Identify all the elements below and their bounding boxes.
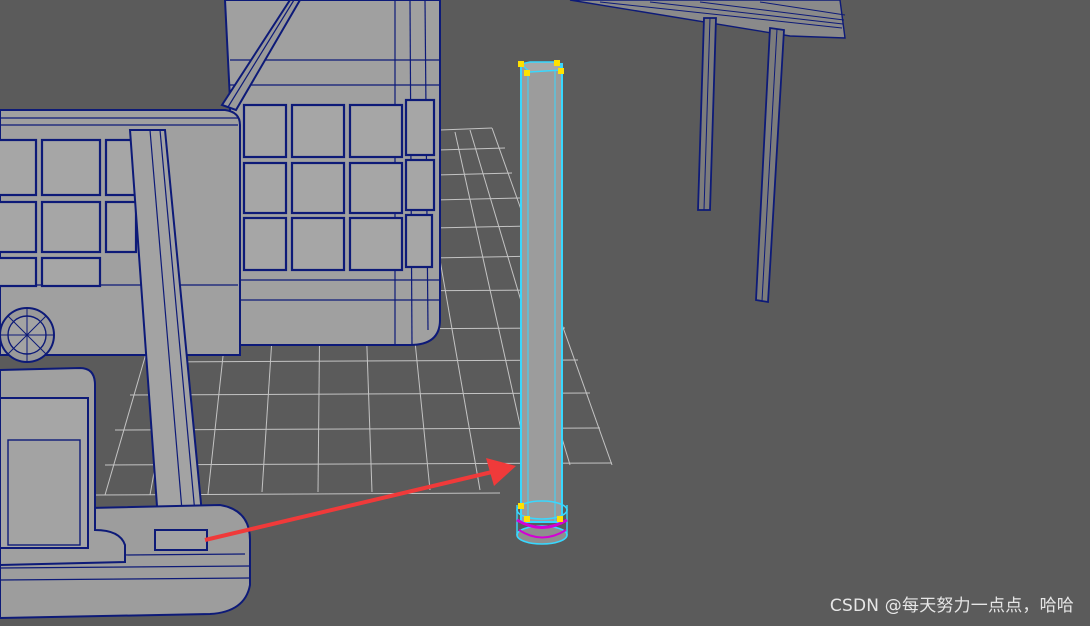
watermark-text: CSDN @每天努力一点点，哈哈 xyxy=(829,596,1074,616)
annotation-arrow xyxy=(204,458,516,542)
building-mesh xyxy=(0,0,441,620)
canopy-mesh xyxy=(569,0,846,304)
maya-viewport[interactable]: CSDN @每天努力一点点，哈哈 xyxy=(0,0,1090,626)
3d-scene-canvas[interactable] xyxy=(0,0,1090,626)
selected-pillar-mesh[interactable] xyxy=(516,61,568,545)
